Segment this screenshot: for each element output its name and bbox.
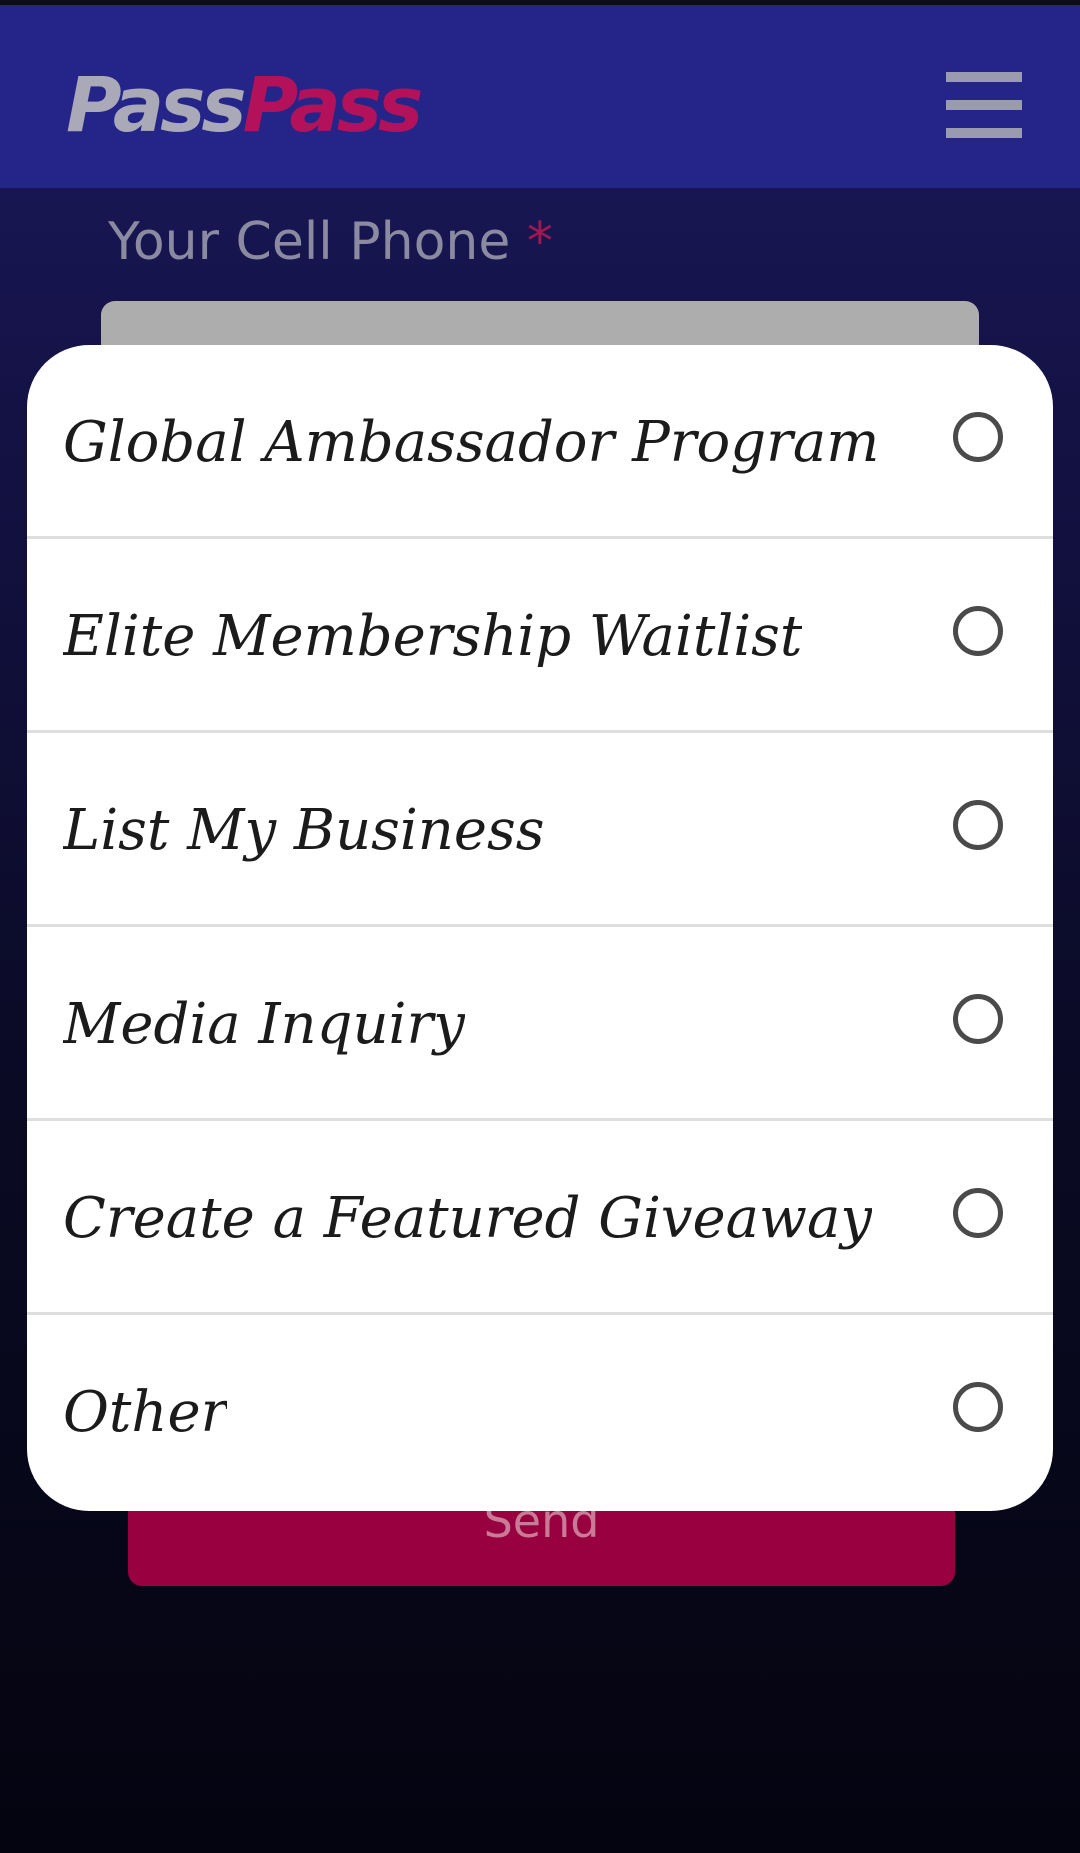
option-label: Media Inquiry bbox=[63, 992, 465, 1057]
phone-label-text: Your Cell Phone bbox=[108, 212, 511, 272]
option-label: Create a Featured Giveaway bbox=[63, 1186, 872, 1251]
passpass-logo[interactable]: PassPass bbox=[66, 65, 423, 145]
menu-bar-line bbox=[946, 72, 1022, 82]
picker-option-featured-giveaway[interactable]: Create a Featured Giveaway bbox=[27, 1121, 1053, 1315]
radio-unchecked-icon[interactable] bbox=[953, 1382, 1003, 1432]
option-label: Elite Membership Waitlist bbox=[63, 604, 803, 669]
logo-part-2: Pass bbox=[242, 60, 424, 149]
picker-option-other[interactable]: Other bbox=[27, 1315, 1053, 1509]
hamburger-menu-icon[interactable] bbox=[946, 72, 1022, 138]
picker-option-global-ambassador[interactable]: Global Ambassador Program bbox=[27, 345, 1053, 539]
required-marker: * bbox=[526, 212, 553, 272]
radio-unchecked-icon[interactable] bbox=[953, 800, 1003, 850]
picker-option-elite-membership[interactable]: Elite Membership Waitlist bbox=[27, 539, 1053, 733]
radio-unchecked-icon[interactable] bbox=[953, 606, 1003, 656]
phone-field-label: Your Cell Phone * bbox=[108, 210, 553, 274]
picker-option-media-inquiry[interactable]: Media Inquiry bbox=[27, 927, 1053, 1121]
radio-unchecked-icon[interactable] bbox=[953, 412, 1003, 462]
radio-unchecked-icon[interactable] bbox=[953, 1188, 1003, 1238]
option-label: Global Ambassador Program bbox=[63, 410, 880, 475]
option-label: List My Business bbox=[63, 798, 545, 863]
picker-option-list-business[interactable]: List My Business bbox=[27, 733, 1053, 927]
menu-bar-line bbox=[946, 100, 1022, 110]
option-label: Other bbox=[63, 1380, 228, 1445]
radio-unchecked-icon[interactable] bbox=[953, 994, 1003, 1044]
logo-part-1: Pass bbox=[66, 60, 247, 149]
menu-bar-line bbox=[946, 128, 1022, 138]
inquiry-type-picker: Global Ambassador Program Elite Membersh… bbox=[27, 345, 1053, 1511]
site-header: PassPass bbox=[0, 5, 1080, 188]
